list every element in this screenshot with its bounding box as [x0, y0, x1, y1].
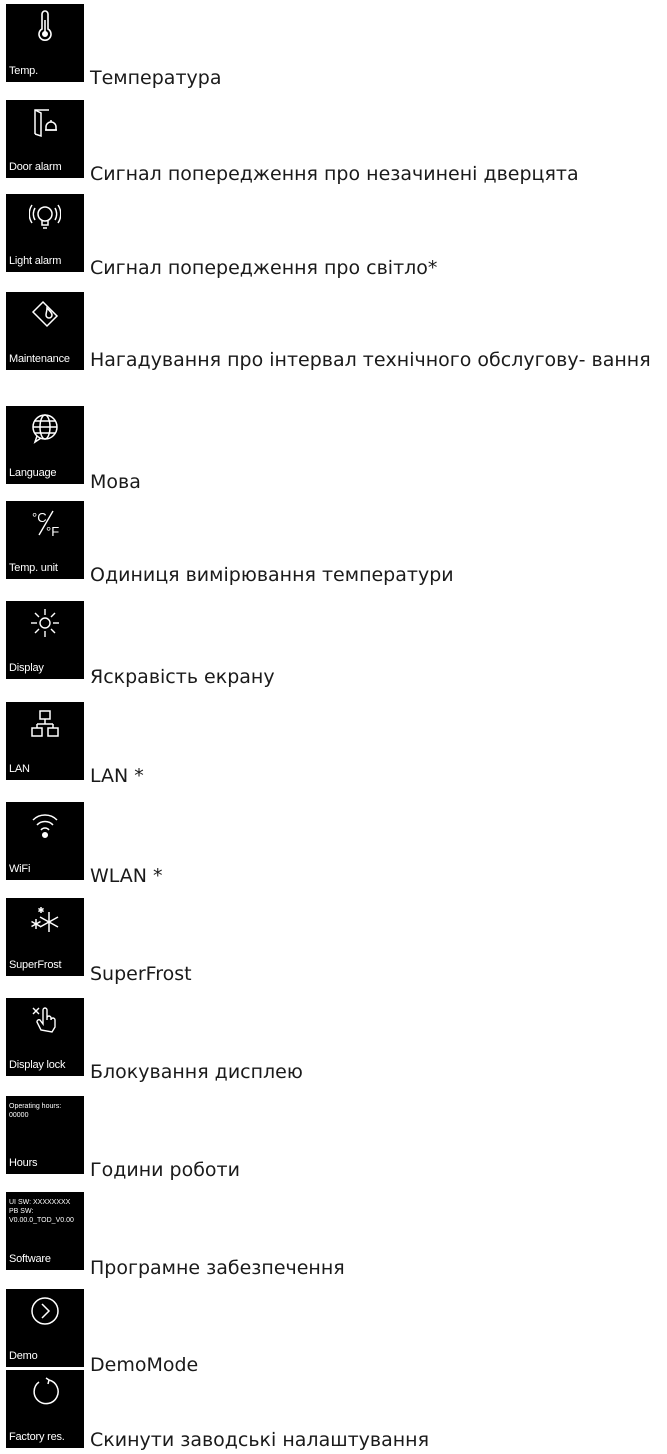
factory-reset-tile: Factory res. [6, 1370, 84, 1448]
globe-icon [32, 414, 58, 444]
svg-text:°C: °C [32, 510, 47, 525]
item-label: Скинути заводські налаштування [90, 1429, 430, 1451]
snowflake-icon [31, 907, 59, 932]
item-label: WLAN * [90, 865, 163, 887]
item-label: Години роботи [90, 1159, 240, 1181]
temp-tile: Temp. [6, 4, 84, 82]
settings-item-superfrost: SuperFrost SuperFrost [0, 898, 667, 988]
settings-item-display-lock: Display lock Блокування дисплею [0, 998, 667, 1088]
item-label: Мова [90, 471, 141, 493]
thermometer-icon [38, 10, 52, 41]
tile-caption: Temp. [9, 65, 38, 77]
item-label: Блокування дисплею [90, 1061, 303, 1083]
tile-caption: Display lock [9, 1059, 66, 1071]
item-label: Температура [90, 67, 222, 89]
tile-caption: Software [9, 1253, 51, 1265]
hours-tile: Operating hours: 00000 Hours [6, 1096, 84, 1174]
software-screen-text: UI SW: XXXXXXXX PB SW: V0.00.0_TOD_V0.00 [9, 1199, 74, 1224]
settings-item-light-alarm: Light alarm Сигнал попередження про світ… [0, 194, 667, 284]
item-label: Програмне забезпечення [90, 1257, 345, 1279]
reset-icon [33, 1377, 59, 1405]
tile-caption: Language [9, 467, 57, 479]
tile-caption: Display [9, 662, 44, 674]
settings-item-wifi: WiFi WLAN * [0, 802, 667, 892]
item-label: Нагадування про інтервал технічного обсл… [90, 349, 651, 371]
tile-caption: Door alarm [9, 161, 62, 173]
door-bell-icon [34, 109, 57, 138]
tile-caption: Factory res. [9, 1431, 65, 1443]
tile-caption: SuperFrost [9, 959, 62, 971]
settings-item-temp-unit: °C °F Temp. unit Одиниця вимірювання тем… [0, 501, 667, 591]
item-label: Одиниця вимірювання температури [90, 564, 454, 586]
settings-item-demo: Demo DemoMode [0, 1289, 667, 1379]
brightness-icon [31, 609, 59, 637]
display-tile: Display [6, 601, 84, 679]
demo-tile: Demo [6, 1289, 84, 1367]
settings-item-factory-reset: Factory res. Скинути заводські налаштува… [0, 1370, 667, 1454]
lan-tile: LAN [6, 702, 84, 780]
door-alarm-tile: Door alarm [6, 100, 84, 178]
superfrost-tile: SuperFrost [6, 898, 84, 976]
svg-text:°F: °F [46, 524, 59, 539]
tile-caption: WiFi [9, 863, 31, 875]
lightbulb-icon [29, 204, 61, 229]
temp-unit-tile: °C °F Temp. unit [6, 501, 84, 579]
wifi-icon [32, 814, 58, 839]
filter-drop-icon [31, 300, 59, 328]
settings-item-software: UI SW: XXXXXXXX PB SW: V0.00.0_TOD_V0.00… [0, 1192, 667, 1282]
celsius-fahrenheit-icon: °C °F [32, 510, 59, 539]
light-alarm-tile: Light alarm [6, 194, 84, 272]
tile-caption: Light alarm [9, 255, 62, 267]
item-label: Сигнал попередження про незачинені дверц… [90, 163, 579, 185]
tile-caption: Hours [9, 1157, 38, 1169]
settings-item-language: Language Мова [0, 406, 667, 496]
display-lock-tile: Display lock [6, 998, 84, 1076]
item-label: LAN * [90, 765, 144, 787]
settings-item-display: Display Яскравість екрану [0, 601, 667, 691]
wifi-tile: WiFi [6, 802, 84, 880]
item-label: SuperFrost [90, 963, 192, 985]
language-tile: Language [6, 406, 84, 484]
item-label: Яскравість екрану [90, 666, 275, 688]
settings-item-temp: Temp. Температура [0, 4, 667, 94]
tile-caption: Demo [9, 1350, 38, 1362]
item-label: Сигнал попередження про світло* [90, 257, 438, 279]
settings-item-lan: LAN LAN * [0, 702, 667, 792]
hours-screen-text: Operating hours: 00000 [9, 1103, 62, 1119]
network-icon [31, 710, 59, 737]
tile-caption: Temp. unit [9, 562, 58, 574]
software-tile: UI SW: XXXXXXXX PB SW: V0.00.0_TOD_V0.00… [6, 1192, 84, 1270]
settings-item-hours: Operating hours: 00000 Hours Години робо… [0, 1096, 667, 1186]
play-circle-icon [31, 1297, 59, 1325]
settings-item-door-alarm: Door alarm Сигнал попередження про незач… [0, 100, 667, 190]
tile-caption: LAN [9, 763, 30, 775]
touch-lock-icon [32, 1007, 56, 1033]
settings-item-maintenance: Maintenance Нагадування про інтервал тех… [0, 292, 667, 392]
